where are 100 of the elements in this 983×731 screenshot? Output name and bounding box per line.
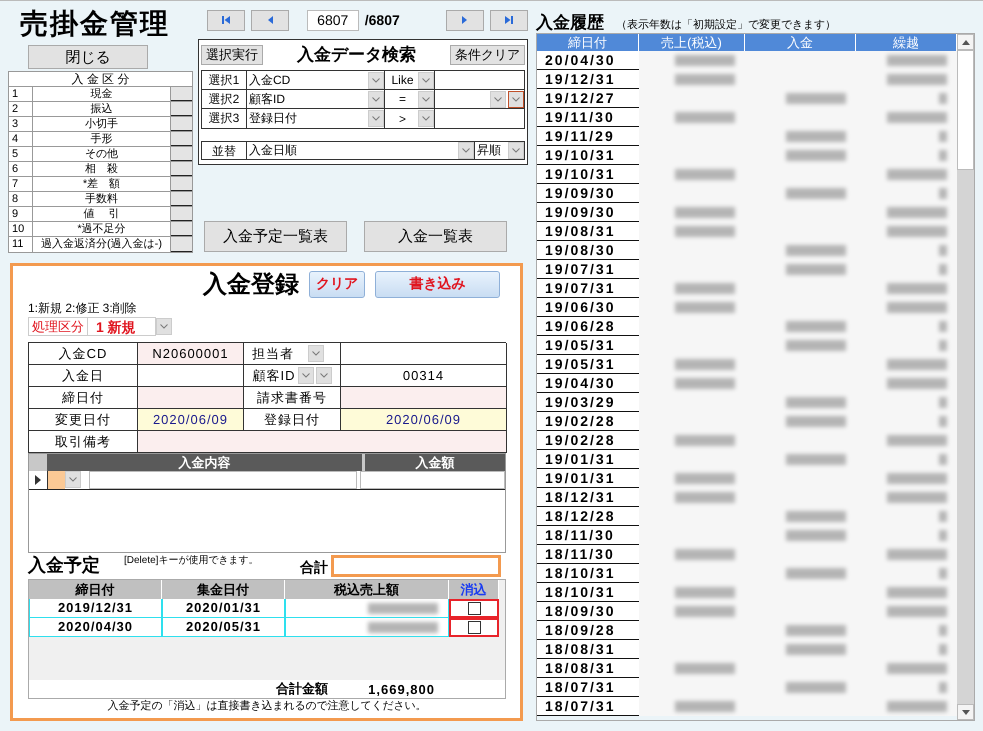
blurred-value (887, 663, 947, 674)
table-cell (171, 102, 192, 116)
table-cell (171, 192, 192, 206)
operator-select[interactable]: > (385, 112, 418, 126)
date-cell: 19/09/30 (537, 203, 639, 222)
table-cell: 2020/05/31 (162, 618, 285, 637)
operator-select[interactable]: = (385, 92, 418, 106)
first-record-button[interactable] (207, 10, 245, 30)
checkbox[interactable] (468, 602, 480, 615)
field-label: 顧客ID (252, 366, 296, 384)
write-button[interactable]: 書き込み (375, 270, 500, 298)
field-select[interactable]: 顧客ID (247, 90, 368, 108)
field-label: 登録日付 (264, 410, 320, 428)
operator-select[interactable]: Like (385, 73, 418, 87)
row-number: 2 (9, 102, 33, 116)
total-label: 合計 (300, 559, 328, 577)
record-number-field[interactable]: 6807 (306, 10, 359, 30)
field-label: 取引備考 (55, 432, 111, 450)
sort-field-select[interactable]: 入金日順 (247, 142, 458, 159)
table-cell (171, 147, 192, 161)
date-cell: 18/07/31 (537, 697, 639, 716)
blurred-value (368, 602, 438, 614)
app-title: 売掛金管理 (19, 7, 171, 41)
blurred-value (887, 302, 947, 313)
clear-button[interactable]: クリア (309, 270, 365, 298)
blurred-value (939, 188, 947, 199)
previous-record-button[interactable] (250, 10, 289, 30)
row-pointer-icon (35, 475, 41, 485)
table-cell (171, 222, 192, 236)
blurred-value (939, 264, 947, 275)
field-select[interactable]: 入金CD (247, 72, 368, 88)
blurred-value (887, 112, 947, 123)
caret-icon (312, 351, 320, 356)
dropdown-button[interactable] (508, 90, 524, 108)
input-field[interactable] (341, 387, 507, 409)
input-field[interactable] (138, 365, 244, 387)
caret-icon (494, 96, 502, 102)
history-title: 入金履歴 (536, 12, 604, 34)
date-cell: 19/03/29 (537, 393, 639, 412)
scrollbar-thumb[interactable] (957, 50, 974, 170)
run-selection-button[interactable]: 選択実行 (201, 44, 263, 64)
table-cell (171, 162, 192, 176)
total-amount: 1,669,800 (368, 682, 435, 696)
date-cell: 19/08/30 (537, 241, 639, 260)
input-field[interactable] (341, 343, 507, 365)
date-cell: 19/02/28 (537, 431, 639, 450)
record-total: /6807 (364, 12, 401, 28)
last-record-button[interactable] (490, 10, 528, 30)
next-record-button[interactable] (446, 10, 484, 30)
blurred-value (887, 492, 947, 503)
date-cell: 18/07/31 (537, 678, 639, 697)
scroll-up-button[interactable] (957, 34, 974, 50)
sort-order-select[interactable]: 昇順 (475, 142, 508, 159)
checkbox[interactable] (468, 621, 480, 634)
caret-icon (160, 324, 168, 329)
blurred-value (939, 321, 947, 332)
date-cell: 20/04/30 (537, 51, 639, 70)
scroll-down-button[interactable] (957, 704, 974, 720)
date-cell: 18/10/31 (537, 583, 639, 602)
caret-icon (372, 116, 380, 121)
mode-select[interactable]: 1 新規 (88, 317, 156, 336)
sort-label: 並替 (202, 142, 247, 159)
history-note: （表示年数は「初期設定」で変更できます） (616, 18, 836, 32)
row-number: 11 (9, 237, 33, 252)
column-header: 入金内容 (177, 454, 232, 471)
date-cell: 18/11/30 (537, 545, 639, 564)
report-button[interactable]: 入金一覧表 (364, 221, 507, 252)
mode-label: 処理区分 (28, 317, 88, 336)
blurred-value (887, 55, 947, 66)
input-field[interactable] (89, 471, 357, 489)
total-field[interactable] (331, 555, 501, 577)
input-field[interactable] (138, 431, 507, 453)
input-field[interactable] (47, 471, 65, 489)
blurred-value (939, 511, 947, 522)
date-cell: 18/09/30 (537, 602, 639, 621)
field-label: 担当者 (252, 344, 294, 362)
column-header: 締日付 (29, 580, 162, 599)
input-field[interactable] (138, 387, 244, 409)
header-cell (29, 454, 47, 471)
field-select[interactable]: 登録日付 (247, 110, 368, 127)
blurred-value (939, 530, 947, 541)
report-button[interactable]: 入金予定一覧表 (204, 221, 347, 252)
table-cell: 2020/01/31 (162, 599, 285, 618)
input-field[interactable] (360, 471, 505, 489)
clear-conditions-button[interactable]: 条件クリア (450, 44, 525, 64)
date-cell: 19/09/30 (537, 184, 639, 203)
notice-text: 入金予定の「消込」は直接書き込まれるので注意してください。 (106, 699, 428, 714)
date-cell: 18/12/31 (537, 488, 639, 507)
field-value: N20600001 (152, 346, 229, 361)
blurred-value (887, 378, 947, 389)
blurred-value (939, 93, 947, 104)
blurred-value (887, 283, 947, 294)
scrollbar[interactable] (957, 34, 974, 720)
caret-icon (372, 78, 380, 82)
close-button[interactable]: 閉じる (28, 45, 148, 69)
date-cell: 19/06/30 (537, 298, 639, 317)
blurred-value (939, 454, 947, 465)
field-label: 変更日付 (55, 410, 111, 428)
blurred-value (887, 435, 947, 446)
delete-hint: [Delete]キーが使用できます。 (124, 554, 260, 567)
